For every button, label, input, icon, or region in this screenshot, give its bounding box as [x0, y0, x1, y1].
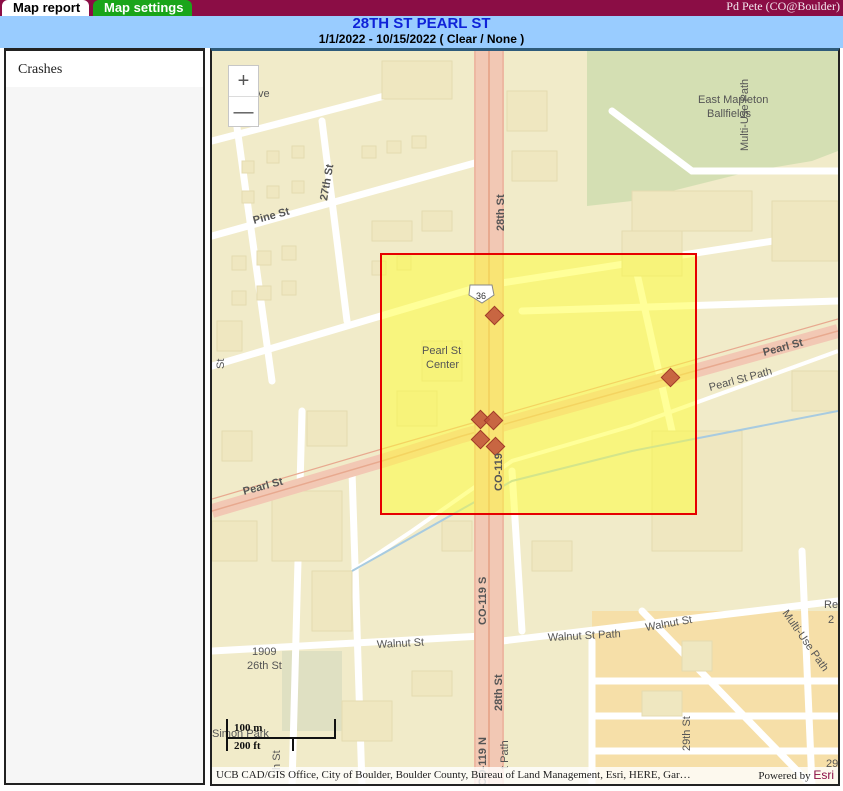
label-east-mapleton-1: East Mapleton	[698, 94, 768, 106]
attribution-text[interactable]: UCB CAD/GIS Office, City of Boulder, Bou…	[216, 767, 691, 784]
scale-metric: 100 m	[234, 722, 263, 734]
sidebar: Crashes	[4, 48, 205, 785]
scale-imperial: 200 ft	[234, 740, 261, 752]
label-28th-st-north: 28th St	[495, 194, 507, 231]
label-ve-fragment: ve	[258, 88, 270, 100]
label-us36: 36	[476, 291, 486, 301]
label-st-fragment: St	[215, 359, 227, 369]
user-label: Pd Pete (CO@Boulder)	[726, 0, 840, 13]
sidebar-item-crashes[interactable]: Crashes	[6, 51, 203, 87]
powered-by: Powered by Esri	[758, 767, 834, 784]
label-co119: CO-119	[493, 453, 505, 491]
map-view[interactable]: East Mapleton Ballfields Multi-Use Path …	[210, 48, 840, 786]
selection-area	[380, 253, 697, 515]
date-range-subtitle: 1/1/2022 - 10/15/2022 ( Clear / None )	[318, 32, 525, 46]
label-pearl-st-center-2: Center	[426, 359, 459, 371]
label-29th-st: 29th St	[681, 716, 693, 751]
powered-by-label: Powered by	[758, 770, 811, 782]
tab-map-report[interactable]: Map report	[2, 0, 90, 16]
tab-map-settings[interactable]: Map settings	[93, 0, 193, 16]
label-2-fragment: 2	[828, 614, 834, 626]
label-pearl-st-center-1: Pearl St	[422, 345, 461, 357]
zoom-control: + —	[228, 65, 259, 127]
report-header: 28TH ST PEARL ST 1/1/2022 - 10/15/2022 (…	[0, 16, 843, 48]
attribution-bar: UCB CAD/GIS Office, City of Boulder, Bou…	[212, 767, 838, 784]
top-bar: Map report Map settings Pd Pete (CO@Boul…	[0, 0, 843, 16]
zoom-out-button[interactable]: —	[229, 97, 258, 127]
label-co119-s: CO-119 S	[477, 577, 489, 625]
label-path-fragment: t Path	[499, 740, 511, 769]
label-multi-use-path-1: Multi-Use Path	[739, 79, 751, 151]
map-canvas[interactable]: East Mapleton Ballfields Multi-Use Path …	[212, 51, 838, 786]
page-title: 28TH ST PEARL ST	[352, 15, 491, 32]
label-26th-st-building: 26th St	[247, 660, 282, 672]
label-walnut-st-west: Walnut St	[377, 637, 425, 651]
label-28th-st-south: 28th St	[493, 674, 505, 711]
label-1909: 1909	[252, 646, 276, 658]
esri-link[interactable]: Esri	[813, 768, 834, 782]
label-re-fragment: Re	[824, 599, 838, 611]
zoom-in-button[interactable]: +	[229, 66, 258, 97]
